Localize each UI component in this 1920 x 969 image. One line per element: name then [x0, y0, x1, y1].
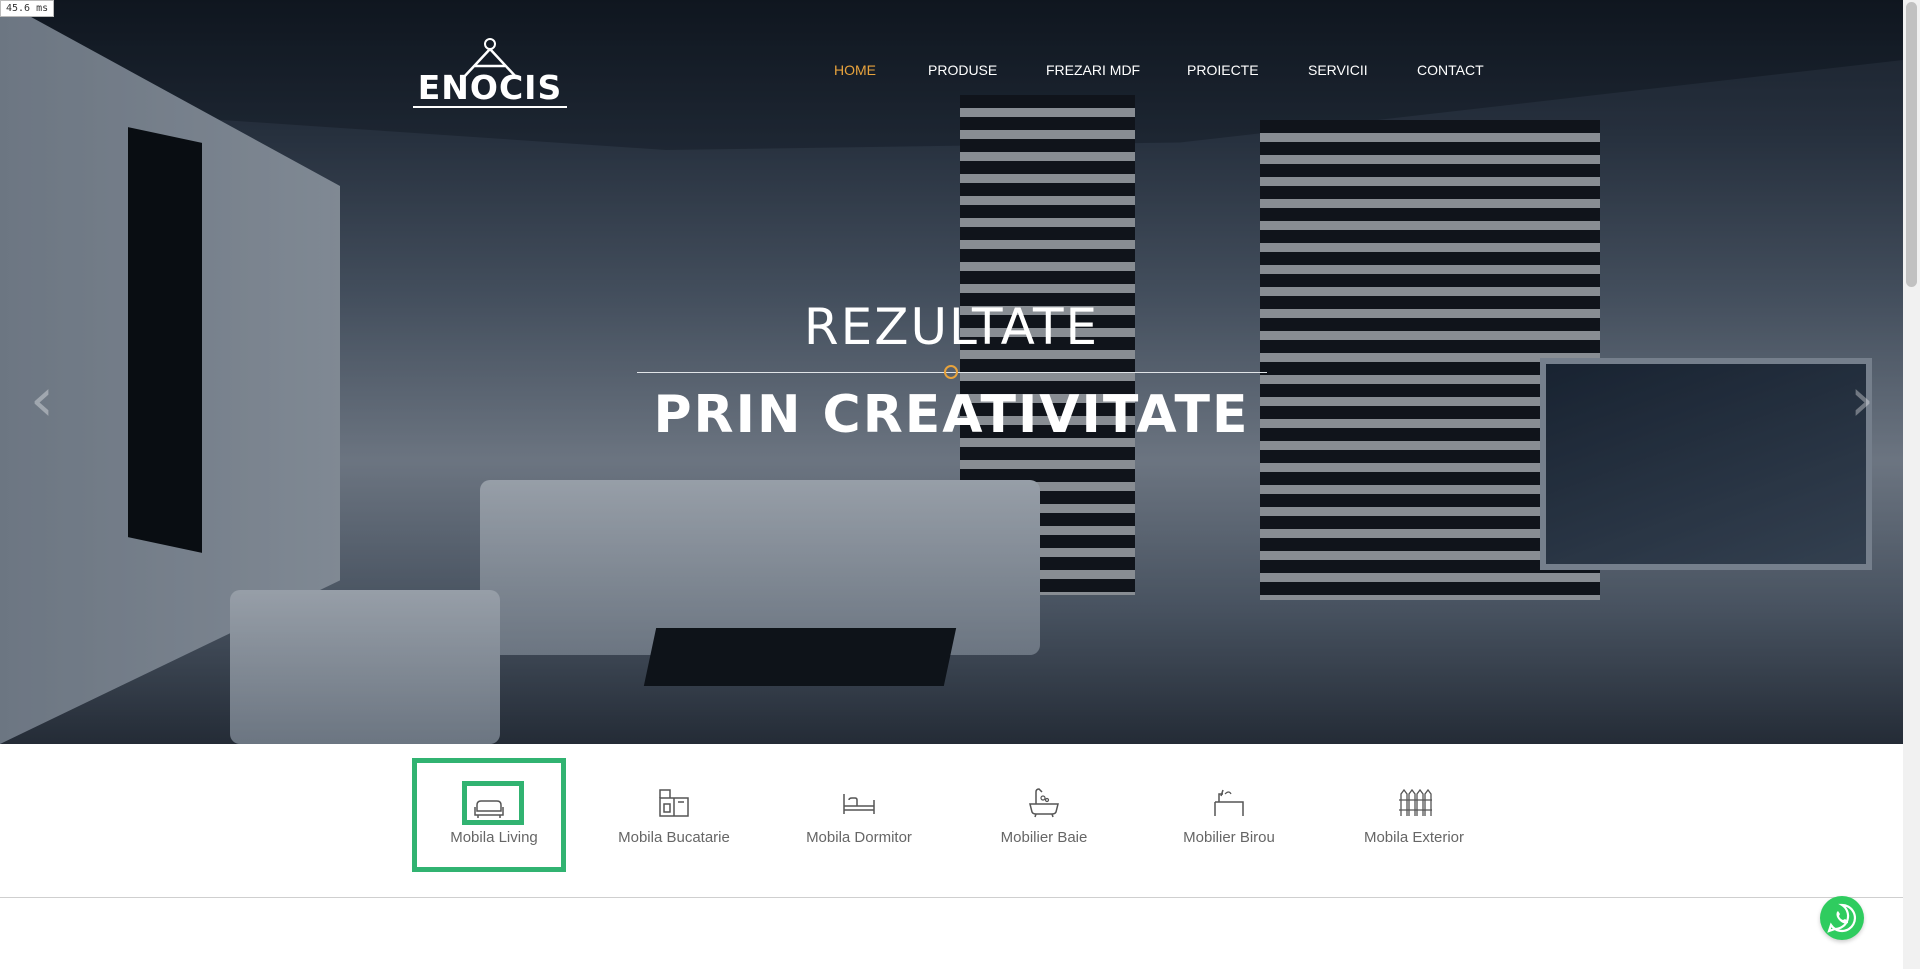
- bathtub-icon: [1029, 788, 1059, 818]
- nav-produse[interactable]: PRODUSE: [928, 60, 997, 80]
- hero-title-line2: PRIN CREATIVITATE: [653, 385, 1250, 445]
- fence-icon: [1399, 788, 1432, 816]
- hero-title-line1: REZULTATE: [803, 298, 1100, 356]
- scrollbar-thumb[interactable]: [1906, 2, 1917, 287]
- category-tabs: Mobila Living Mobila Bucatarie Mobila Do…: [0, 758, 1903, 898]
- vertical-scrollbar[interactable]: [1903, 0, 1920, 969]
- desk-icon: [1214, 789, 1244, 816]
- category-mobila-living[interactable]: Mobila Living: [412, 758, 566, 872]
- bed-icon: [843, 794, 875, 814]
- whatsapp-button[interactable]: [1820, 896, 1864, 940]
- section-divider: [0, 897, 1903, 898]
- nav-servicii[interactable]: SERVICII: [1308, 60, 1368, 80]
- category-mobilier-birou[interactable]: Mobilier Birou: [1152, 758, 1306, 872]
- category-mobila-bucatarie[interactable]: Mobila Bucatarie: [597, 758, 751, 872]
- nav-frezari-mdf[interactable]: FREZARI MDF: [1046, 60, 1140, 80]
- nav-contact[interactable]: CONTACT: [1417, 60, 1484, 80]
- category-label: Mobilier Birou: [1183, 829, 1275, 846]
- nav-proiecte[interactable]: PROIECTE: [1187, 60, 1259, 80]
- category-label: Mobila Dormitor: [806, 829, 912, 846]
- whatsapp-icon: [1827, 903, 1857, 933]
- kitchen-icon: [659, 789, 689, 817]
- category-mobila-dormitor[interactable]: Mobila Dormitor: [782, 758, 936, 872]
- category-label: Mobila Bucatarie: [618, 829, 730, 846]
- hero-slider: ENOCIS HOME PRODUSE FREZARI MDF PROIECTE…: [0, 0, 1903, 744]
- hero-divider-dot: [944, 365, 958, 379]
- category-mobilier-baie[interactable]: Mobilier Baie: [967, 758, 1121, 872]
- category-label: Mobila Exterior: [1363, 829, 1465, 846]
- sofa-icon: [474, 800, 504, 818]
- main-navigation: HOME PRODUSE FREZARI MDF PROIECTE SERVIC…: [0, 60, 1903, 80]
- category-label: Mobila Living: [450, 829, 538, 846]
- render-timer: 45.6 ms: [0, 0, 55, 17]
- category-mobila-exterior[interactable]: Mobila Exterior: [1337, 758, 1491, 872]
- nav-home[interactable]: HOME: [834, 60, 876, 80]
- category-label: Mobilier Baie: [1000, 829, 1088, 846]
